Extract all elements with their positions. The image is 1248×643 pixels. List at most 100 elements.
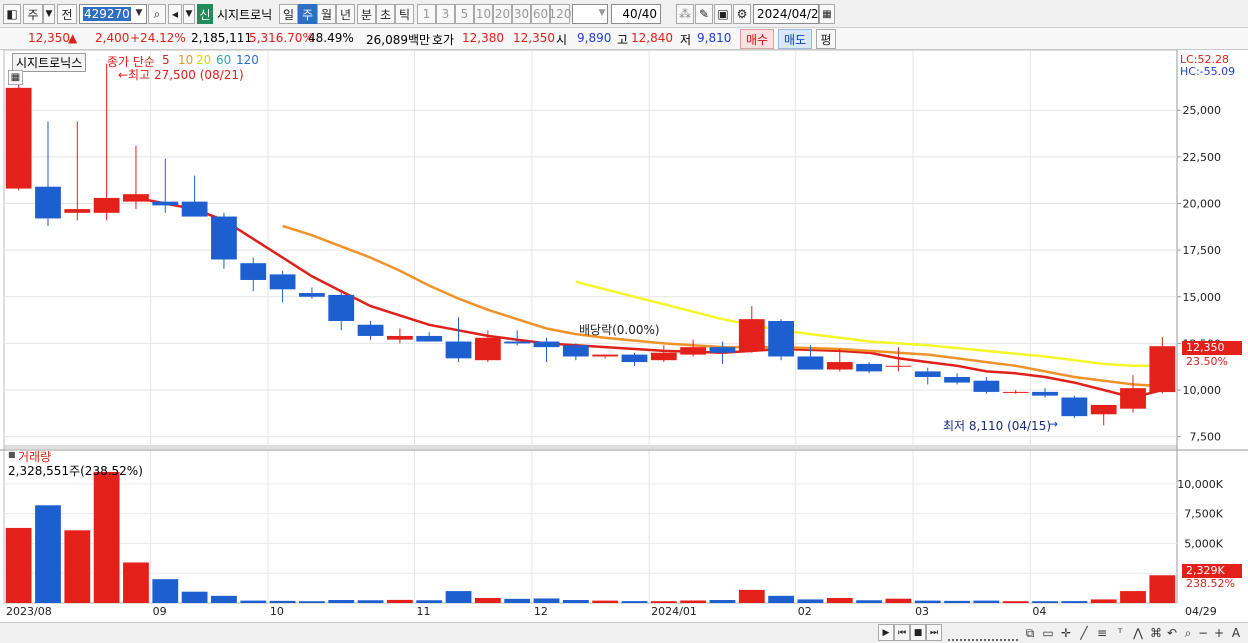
chart-area[interactable]: 2023/08 09 10 11 12 2024/01 02 03 04 04/29 7,500 10… (0, 49, 1248, 622)
pattern-icon[interactable]: ⋀ (1130, 625, 1146, 641)
interval-dropdown-icon[interactable]: ▼ (596, 8, 608, 18)
market-select[interactable]: 주 (23, 4, 43, 24)
trendline-icon[interactable]: ╱ (1076, 625, 1092, 641)
prev-button[interactable]: 전 (57, 4, 77, 24)
candle-body (592, 354, 619, 357)
legend-ma120[interactable]: 120 (236, 53, 259, 67)
current-price-tag: 12,350 (1182, 341, 1242, 355)
layout-icon[interactable]: ▭ (1040, 625, 1056, 641)
x-tick-label: 09 (153, 605, 167, 618)
market-dropdown-icon[interactable]: ▼ (43, 4, 55, 24)
candle-body (416, 335, 443, 342)
draw-tool-icon[interactable]: ✎ (695, 4, 713, 24)
tab-year[interactable]: 년 (336, 4, 355, 24)
candle-body (445, 341, 472, 359)
volume-bar (1120, 591, 1146, 603)
interval-10[interactable]: 10 (474, 4, 493, 24)
crosshair-icon[interactable]: ✛ (1058, 625, 1074, 641)
candle-body (856, 363, 882, 372)
volume-bar (64, 530, 91, 603)
count-total: /40 (637, 7, 657, 21)
undo-icon[interactable]: ↶ (1164, 625, 1180, 641)
turnover-rate: 48.49% (308, 31, 354, 45)
y-tick-label: 7,500 (1190, 431, 1222, 444)
volume-bar (973, 600, 1000, 603)
code-dropdown-icon[interactable]: ▼ (133, 8, 145, 18)
font-size-icon[interactable]: A (1228, 625, 1244, 641)
low-note: 최저 8,110 (04/15) (943, 419, 1052, 433)
scroll-right-icon[interactable]: ▶ (878, 624, 894, 641)
interval-1[interactable]: 1 (417, 4, 436, 24)
candle-body (1149, 346, 1176, 393)
tab-day[interactable]: 일 (279, 4, 298, 24)
legend-ma10[interactable]: 10 (178, 53, 193, 67)
volume-bar (797, 599, 824, 603)
volume-bar (299, 601, 325, 603)
search-icon[interactable]: ⌕ (148, 4, 166, 24)
tab-minute[interactable]: 분 (357, 4, 376, 24)
volume-bar (709, 600, 736, 603)
volume-bar (1032, 601, 1058, 603)
high-price: 12,840 (631, 31, 673, 45)
x-tick-label: 11 (417, 605, 431, 618)
period-icon[interactable]: ⌘ (1148, 625, 1164, 641)
change-arrow-icon: ▲ (68, 31, 78, 45)
current-price: 12,350 (28, 31, 70, 45)
open-label: 시 (556, 33, 568, 47)
zoom-in-icon[interactable]: + (1212, 625, 1226, 641)
candle-body (328, 294, 355, 322)
text-tool-icon[interactable]: ᵀ (1112, 625, 1128, 641)
scroll-first-icon[interactable]: ⏮ (894, 624, 910, 641)
zoom-out-icon[interactable]: − (1196, 625, 1210, 641)
new-listing-badge: 신 (197, 4, 213, 24)
table-toggle-icon[interactable]: ▦ (8, 70, 23, 85)
calendar-icon[interactable]: ▦ (819, 4, 835, 24)
candle-body (181, 201, 208, 217)
speaker-dropdown-icon[interactable]: ▼ (183, 4, 195, 24)
tab-week[interactable]: 주 (298, 4, 317, 24)
interval-30[interactable]: 30 (512, 4, 531, 24)
count-input[interactable]: 40/40 (611, 4, 661, 24)
avg-price-button[interactable]: 평 (816, 29, 836, 49)
legend-ma5[interactable]: 5 (162, 53, 170, 67)
tab-second[interactable]: 초 (376, 4, 395, 24)
tab-month[interactable]: 월 (317, 4, 336, 24)
x-tick-label: 2023/08 (6, 605, 52, 618)
date-input[interactable]: 2024/04/29 (753, 4, 826, 24)
scroll-last-icon[interactable]: ⏭ (926, 624, 942, 641)
interval-60[interactable]: 60 (531, 4, 550, 24)
save-icon[interactable]: ▣ (714, 4, 732, 24)
stock-tag[interactable]: 시지트로닉스 (12, 53, 87, 72)
candle-body (474, 337, 501, 361)
sell-button[interactable]: 매도 (778, 29, 812, 49)
volume-bar (1002, 601, 1029, 603)
zoom-search-icon[interactable]: ⌕ (1180, 625, 1196, 641)
buy-button[interactable]: 매수 (740, 29, 774, 49)
volume-bar (35, 505, 61, 603)
window-icon[interactable]: ⧉ (1022, 625, 1038, 641)
low-arrow-icon: → (1048, 417, 1059, 431)
speaker-icon[interactable]: ◂ (168, 4, 182, 24)
legend-ma60[interactable]: 60 (216, 53, 231, 67)
stop-icon[interactable]: ■ (910, 624, 926, 641)
candle-body (944, 376, 970, 383)
interval-20[interactable]: 20 (493, 4, 512, 24)
volume-bar (944, 600, 970, 603)
gear-icon[interactable]: ⚙ (733, 4, 751, 24)
candle-body (562, 345, 589, 357)
vol-y-tick-label: 5,000K (1184, 537, 1223, 550)
interval-120[interactable]: 120 (549, 4, 571, 24)
tab-tick[interactable]: 틱 (395, 4, 414, 24)
volume-bar (123, 562, 149, 603)
price-panel-frame (3, 49, 1178, 449)
fibo-icon[interactable]: ≡ (1094, 625, 1110, 641)
compare-icon[interactable]: ⁂ (676, 4, 694, 24)
zoom-slider[interactable] (948, 625, 1018, 641)
x-tick-label: 2024/01 (651, 605, 697, 618)
volume-bar (680, 600, 707, 603)
volume-bar (269, 600, 296, 603)
interval-5[interactable]: 5 (455, 4, 474, 24)
legend-ma20[interactable]: 20 (196, 53, 211, 67)
chart-settings-icon[interactable]: ◧ (3, 4, 21, 24)
interval-3[interactable]: 3 (436, 4, 455, 24)
